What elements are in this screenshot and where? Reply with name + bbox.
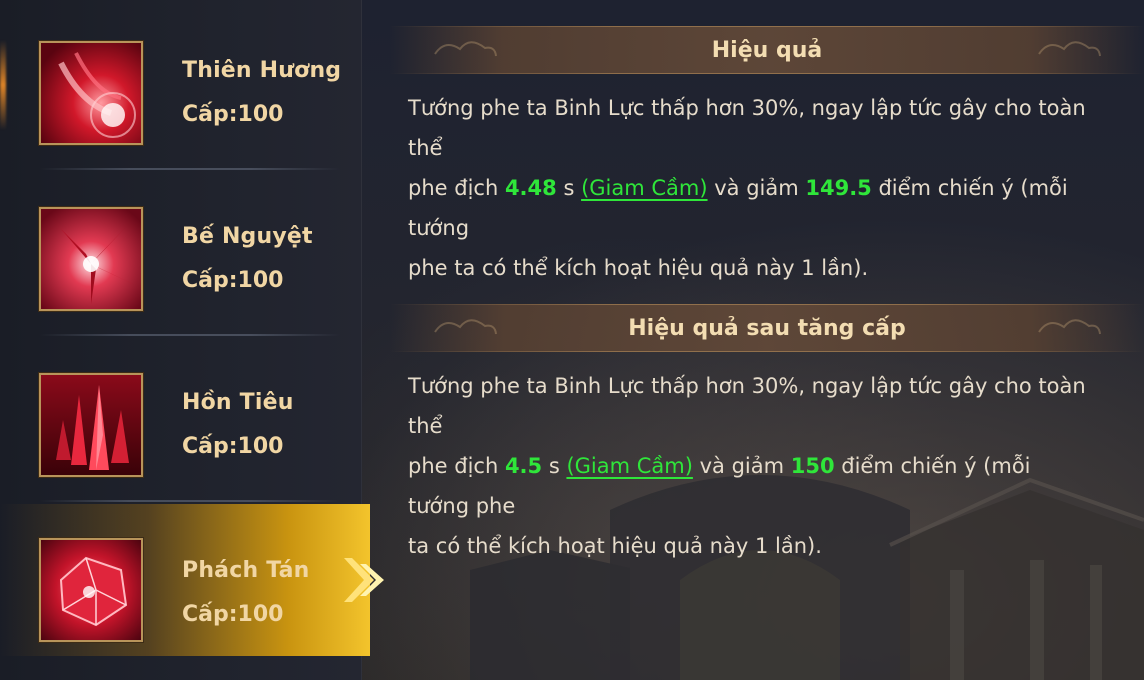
- skill-list: Thiên Hương Cấp:100 Bế Nguyệt Cấp:100 Hồ…: [0, 0, 384, 680]
- status-link-giam-cam[interactable]: (Giam Cầm): [581, 176, 707, 200]
- skill-item-phach-tan[interactable]: Phách Tán Cấp:100: [0, 504, 384, 656]
- skill-item-be-nguyet[interactable]: Bế Nguyệt Cấp:100: [0, 166, 362, 332]
- shattered-gem-icon: [39, 538, 143, 642]
- cloud-ornament-icon: [1038, 319, 1101, 335]
- upgrade-duration: 4.5: [504, 454, 543, 478]
- skill-item-thien-huong[interactable]: Thiên Hương Cấp:100: [0, 0, 362, 166]
- effect-header: Hiệu quả: [390, 26, 1144, 74]
- skill-item-hon-tieu[interactable]: Hồn Tiêu Cấp:100: [0, 332, 362, 498]
- upgrade-line-2: phe địch 4.5 s (Giam Cầm) và giảm 150 đi…: [408, 454, 1031, 518]
- upgrade-line-3: ta có thể kích hoạt hiệu quả này 1 lần).: [408, 534, 822, 558]
- petal-burst-icon: [39, 41, 143, 145]
- skill-level: Cấp:100: [182, 602, 284, 627]
- cloud-ornament-icon: [1038, 41, 1101, 57]
- status-link-giam-cam[interactable]: (Giam Cầm): [566, 454, 692, 478]
- effect-description: Tướng phe ta Binh Lực thấp hơn 30%, ngay…: [408, 88, 1088, 288]
- upgrade-effect-header: Hiệu quả sau tăng cấp: [390, 304, 1144, 352]
- effect-line-2: phe địch 4.48 s (Giam Cầm) và giảm 149.5…: [408, 176, 1068, 240]
- selected-arrow-icon: [344, 558, 384, 602]
- effect-duration: 4.48: [504, 176, 557, 200]
- crimson-flower-icon: [39, 207, 143, 311]
- upgrade-reduce-value: 150: [790, 454, 835, 478]
- effect-line-1: Tướng phe ta Binh Lực thấp hơn 30%, ngay…: [408, 96, 1086, 160]
- skill-name: Phách Tán: [182, 558, 310, 583]
- divider: [40, 500, 340, 502]
- crystal-shards-icon: [39, 373, 143, 477]
- skill-level: Cấp:100: [182, 268, 284, 293]
- effect-line-3: phe ta có thể kích hoạt hiệu quả này 1 l…: [408, 256, 869, 280]
- skill-level: Cấp:100: [182, 102, 284, 127]
- skill-level: Cấp:100: [182, 434, 284, 459]
- upgrade-line-1: Tướng phe ta Binh Lực thấp hơn 30%, ngay…: [408, 374, 1086, 438]
- skill-name: Bế Nguyệt: [182, 224, 313, 249]
- skill-name: Hồn Tiêu: [182, 390, 294, 415]
- upgrade-effect-title: Hiệu quả sau tăng cấp: [628, 316, 906, 341]
- skill-name: Thiên Hương: [182, 58, 342, 83]
- upgrade-effect-description: Tướng phe ta Binh Lực thấp hơn 30%, ngay…: [408, 366, 1088, 566]
- effect-title: Hiệu quả: [711, 38, 823, 63]
- effect-reduce-value: 149.5: [805, 176, 872, 200]
